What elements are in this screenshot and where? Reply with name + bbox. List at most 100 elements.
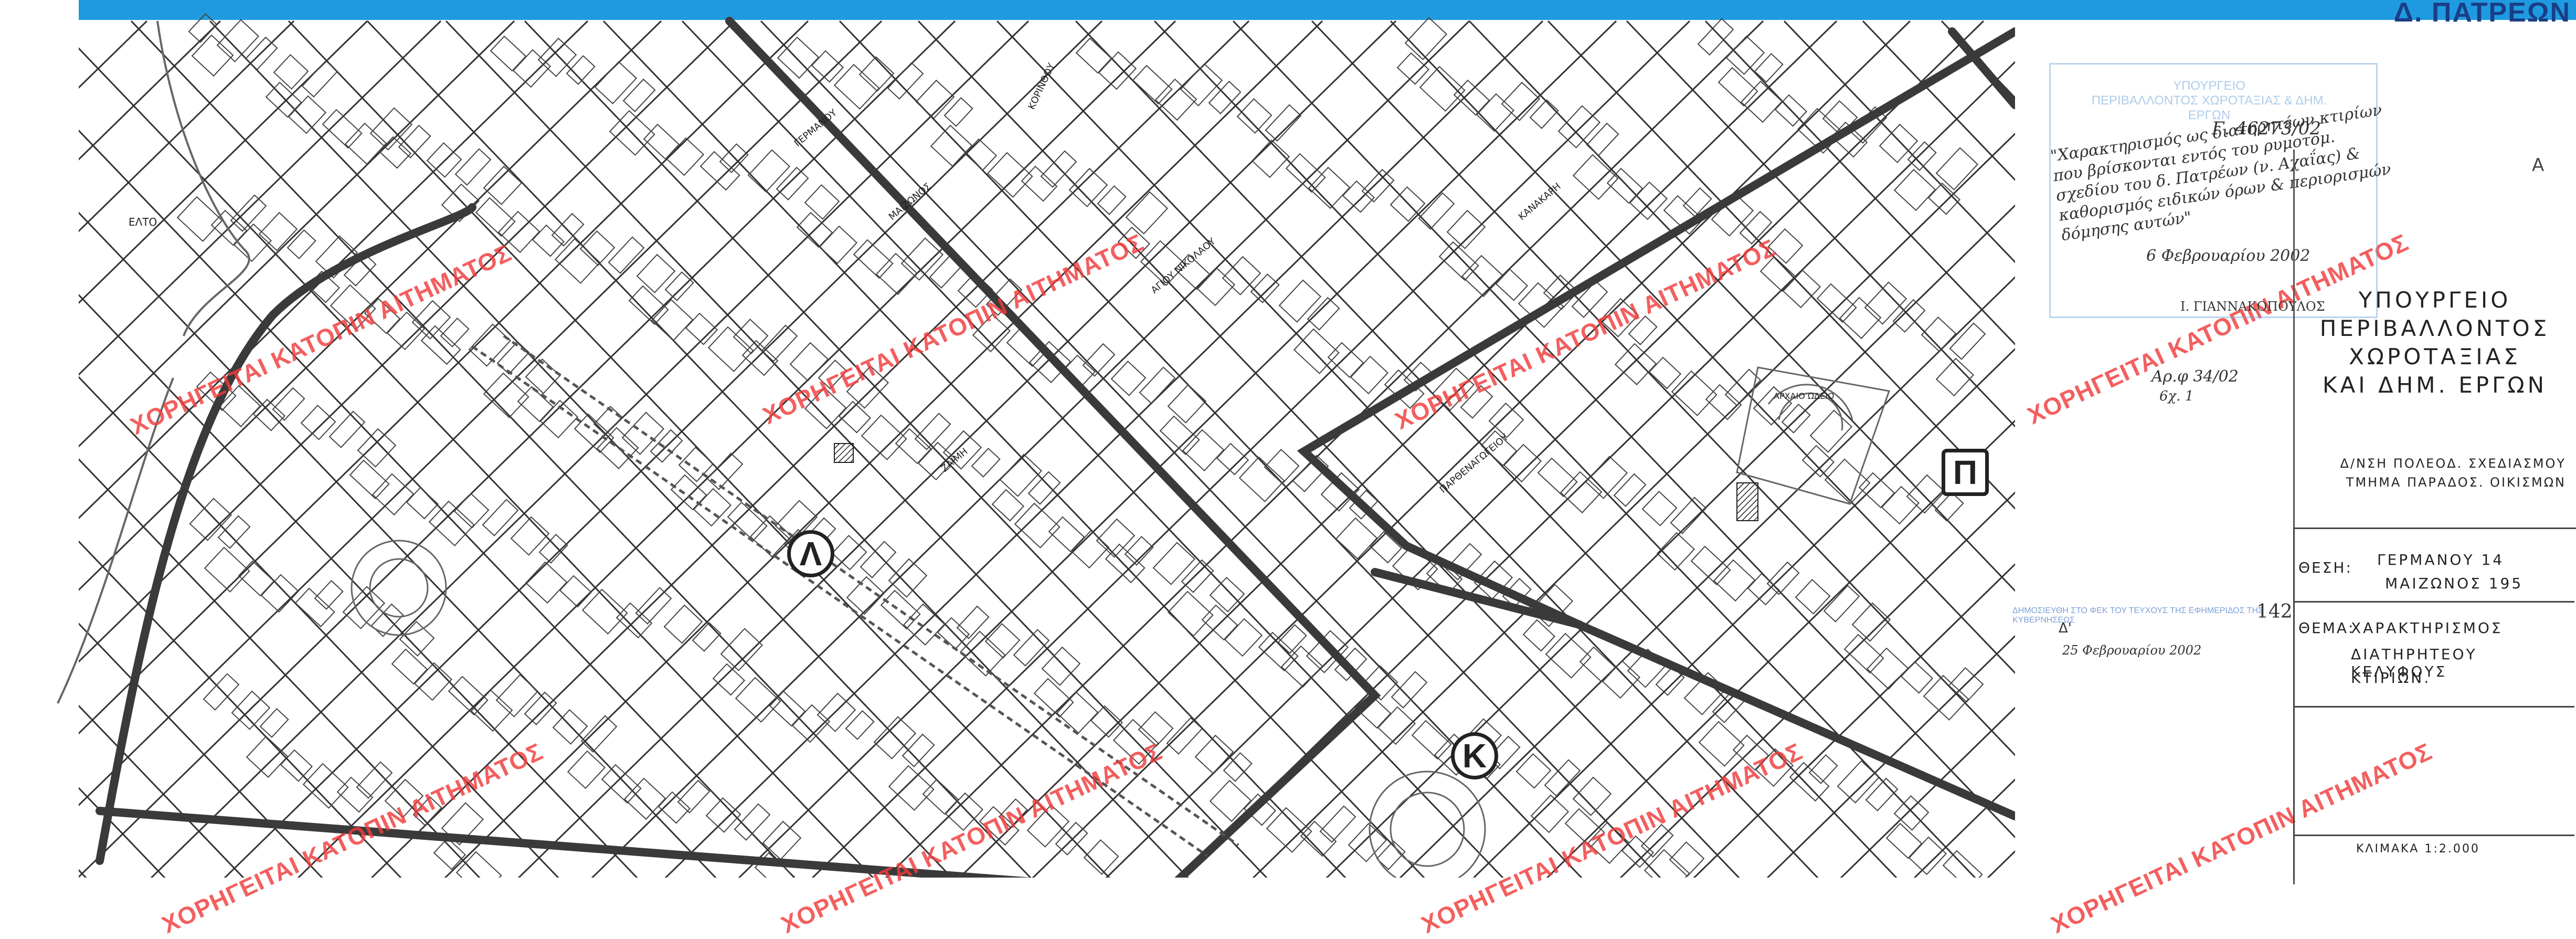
street-line bbox=[135, 20, 1030, 892]
building-block bbox=[1893, 168, 1936, 212]
building-block bbox=[191, 34, 234, 77]
building-block bbox=[622, 78, 656, 112]
building-block bbox=[1438, 241, 1479, 281]
building-block bbox=[258, 212, 298, 251]
building-block bbox=[628, 285, 669, 325]
zone-marker-kappa: Κ bbox=[1451, 732, 1498, 779]
building-block bbox=[414, 662, 453, 701]
building-block bbox=[581, 588, 628, 635]
building-block bbox=[1613, 473, 1647, 507]
location-label: ΘΕΣΗ: bbox=[2298, 559, 2352, 576]
building-block bbox=[1348, 822, 1387, 862]
building-block bbox=[1816, 283, 1857, 323]
building-block bbox=[391, 648, 428, 685]
zone-marker-lambda: Λ bbox=[787, 530, 834, 577]
building-block bbox=[1265, 104, 1302, 142]
building-block bbox=[1196, 267, 1236, 307]
title-block-rule bbox=[2293, 835, 2574, 836]
building-block bbox=[1361, 168, 1395, 203]
building-block bbox=[594, 61, 638, 104]
building-block bbox=[512, 49, 552, 88]
building-block bbox=[525, 561, 568, 604]
building-block bbox=[1670, 497, 1707, 534]
building-block bbox=[1697, 18, 1734, 56]
building-block bbox=[1949, 322, 1986, 360]
building-block bbox=[1795, 578, 1831, 615]
building-block bbox=[1307, 297, 1340, 331]
building-block bbox=[861, 414, 907, 460]
street-label: ΑΡΧΑΙΟ ΩΔΕΙΟ bbox=[1774, 391, 1835, 401]
building-block bbox=[537, 37, 577, 77]
building-block bbox=[1096, 518, 1136, 558]
street-line bbox=[51, 20, 888, 892]
building-block bbox=[1013, 629, 1050, 667]
building-block bbox=[1557, 105, 1601, 149]
street-line bbox=[1090, 20, 1985, 892]
building-block bbox=[1545, 632, 1592, 679]
street-label: ΑΓΙΟΥ ΝΙΚΟΛΑΟΥ bbox=[1149, 236, 1218, 296]
building-block bbox=[1166, 717, 1203, 755]
location-value: ΜΑΙΖΩΝΟΣ 195 bbox=[2385, 575, 2524, 592]
building-block bbox=[1285, 153, 1326, 193]
building-block bbox=[831, 534, 867, 571]
street-line bbox=[429, 20, 1323, 892]
building-block bbox=[1236, 98, 1273, 134]
building-block bbox=[448, 676, 489, 716]
building-block bbox=[1537, 457, 1578, 498]
building-block bbox=[1718, 67, 1758, 107]
zone-marker-pi: Π bbox=[1942, 449, 1989, 496]
building-block bbox=[203, 673, 240, 711]
building-block bbox=[1181, 559, 1214, 593]
building-block bbox=[853, 239, 894, 279]
building-block bbox=[1602, 660, 1641, 699]
building-block bbox=[1068, 167, 1108, 207]
street-labels: ΕΛΤΟ ΓΕΡΜΑΝΟΥ ΜΑΙΖΩΝΟΣ ΚΟΡΙΝΘΟΥ ΑΓΙΟΥ ΝΙ… bbox=[129, 61, 1835, 495]
building-block bbox=[1033, 678, 1074, 718]
subject-label: ΘΕΜΑ: bbox=[2298, 619, 2355, 637]
building-block bbox=[1690, 545, 1731, 586]
ministry-line: ΚΑΙ ΔΗΜ. ΕΡΓΩΝ bbox=[2322, 372, 2548, 398]
building-block bbox=[819, 225, 858, 265]
street-label: ΚΑΝΑΚΑΡΗ bbox=[1517, 181, 1563, 222]
handwritten-date: 6 Φεβρουαρίου 2002 bbox=[2146, 247, 2310, 265]
title-block-rule bbox=[2293, 706, 2574, 708]
title-block-rule bbox=[2293, 601, 2574, 603]
building-block bbox=[1881, 486, 1920, 525]
building-block bbox=[1629, 181, 1668, 220]
building-block bbox=[216, 19, 260, 62]
building-block bbox=[370, 603, 404, 637]
building-block bbox=[1027, 471, 1061, 505]
street-line bbox=[917, 20, 1754, 892]
ministry-line: ΧΩΡΟΤΑΞΙΑΣ bbox=[2349, 344, 2521, 370]
building-block bbox=[1418, 192, 1455, 230]
directorate-heading: Δ/ΝΣΗ ΠΟΛΕΟΔ. ΣΧΕΔΙΑΣΜΟΥ ΤΜΗΜΑ ΠΑΡΑΔΟΣ. … bbox=[2319, 454, 2566, 492]
building-block bbox=[1879, 123, 1918, 163]
building-block bbox=[1586, 122, 1619, 156]
building-block bbox=[1070, 530, 1110, 569]
site-markers bbox=[834, 443, 1758, 521]
building-block bbox=[1572, 154, 1619, 200]
file-reference: Αρ.φ 34/02 bbox=[2151, 367, 2239, 386]
building-block bbox=[1319, 805, 1356, 843]
building-block bbox=[1293, 328, 1340, 374]
building-block bbox=[1865, 777, 1899, 811]
building-block bbox=[1098, 51, 1137, 90]
building-block bbox=[914, 413, 951, 450]
subject-value: ΧΑΡΑΚΤΗΡΙΣΜΟΣ bbox=[2351, 619, 2503, 637]
building-block bbox=[1224, 618, 1263, 657]
building-block bbox=[665, 137, 705, 176]
building-block bbox=[1641, 490, 1678, 526]
building-block bbox=[1614, 343, 1657, 386]
city-plan-map: ΕΛΤΟ ΓΕΡΜΑΝΟΥ ΜΑΙΖΩΝΟΣ ΚΟΡΙΝΘΟΥ ΑΓΙΟΥ ΝΙ… bbox=[0, 0, 2015, 892]
building-block bbox=[747, 149, 791, 193]
building-block bbox=[302, 763, 349, 809]
building-block bbox=[900, 237, 944, 281]
building-block bbox=[601, 764, 642, 804]
stamp-line: ΥΠΟΥΡΓΕΙΟ bbox=[2173, 79, 2245, 93]
north-right-road bbox=[1948, 27, 2015, 109]
building-block bbox=[677, 779, 711, 814]
building-block bbox=[593, 405, 623, 436]
building-block bbox=[204, 546, 250, 593]
building-block bbox=[1411, 720, 1452, 760]
site-marker bbox=[834, 443, 854, 463]
